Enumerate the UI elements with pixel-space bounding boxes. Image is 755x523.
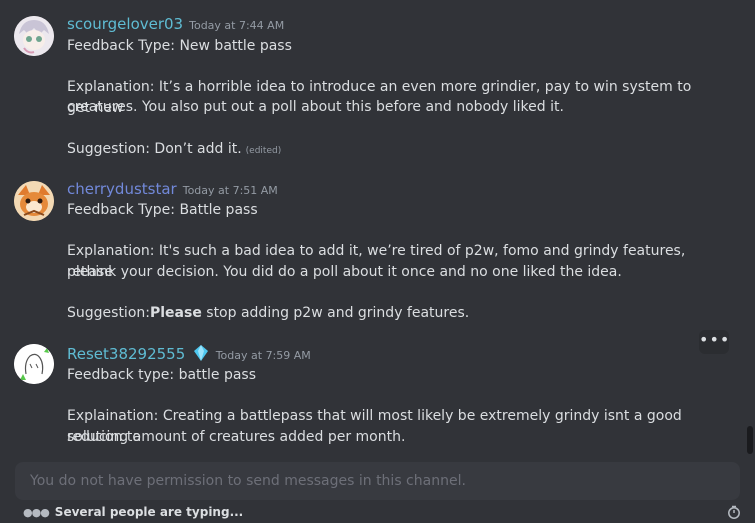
typing-text: Several people are typing... bbox=[54, 505, 244, 519]
suggestion-prefix: Suggestion: bbox=[67, 305, 150, 321]
message-line: Feedback type: battle pass bbox=[67, 367, 257, 383]
slowmode-timer-icon[interactable] bbox=[727, 505, 741, 519]
message-line: creatures. You also put out a poll about… bbox=[67, 99, 564, 115]
message-line: Suggestion: Don’t add it. (edited) bbox=[67, 139, 703, 162]
message-line: Feedback Type: Battle pass bbox=[67, 202, 258, 218]
diamond-badge-icon[interactable] bbox=[192, 344, 210, 366]
edited-label: (edited) bbox=[245, 146, 282, 156]
message-line: Feedback Type: New battle pass bbox=[67, 38, 292, 54]
username[interactable]: cherryduststar bbox=[67, 180, 177, 198]
timestamp[interactable]: Today at 7:59 AM bbox=[216, 349, 311, 362]
sketch-creature-avatar bbox=[14, 344, 54, 384]
typing-indicator: ●●● Several people are typing... bbox=[23, 505, 243, 519]
pale-hair-character-avatar bbox=[14, 16, 54, 56]
scrollbar-thumb[interactable] bbox=[747, 426, 753, 454]
avatar[interactable] bbox=[14, 181, 54, 221]
more-options-icon: ••• bbox=[699, 330, 731, 349]
suggestion-text: Suggestion: Don’t add it. bbox=[67, 141, 242, 157]
orange-creature-avatar bbox=[14, 181, 54, 221]
message-line: rethink your decision. You did do a poll… bbox=[67, 264, 622, 280]
timestamp[interactable]: Today at 7:51 AM bbox=[183, 184, 278, 197]
message-header: Reset38292555 Today at 7:59 AM bbox=[67, 344, 311, 366]
message-line: Suggestion:Please stop adding p2w and gr… bbox=[67, 303, 703, 324]
username[interactable]: Reset38292555 bbox=[67, 345, 185, 363]
message-header: scourgelover03 Today at 7:44 AM bbox=[67, 15, 284, 33]
timestamp[interactable]: Today at 7:44 AM bbox=[189, 19, 284, 32]
typing-dots-icon: ●●● bbox=[23, 506, 50, 519]
message-line: reducing amount of creatures added per m… bbox=[67, 429, 406, 445]
suggestion-bold: Please bbox=[149, 305, 202, 321]
message-composer: You do not have permission to send messa… bbox=[15, 462, 740, 500]
more-options-button[interactable]: ••• bbox=[699, 330, 729, 354]
avatar[interactable] bbox=[14, 16, 54, 56]
avatar[interactable] bbox=[14, 344, 54, 384]
composer-placeholder: You do not have permission to send messa… bbox=[30, 473, 466, 489]
suggestion-rest: stop adding p2w and grindy features. bbox=[201, 305, 470, 321]
username[interactable]: scourgelover03 bbox=[67, 15, 183, 33]
message-header: cherryduststar Today at 7:51 AM bbox=[67, 180, 278, 198]
